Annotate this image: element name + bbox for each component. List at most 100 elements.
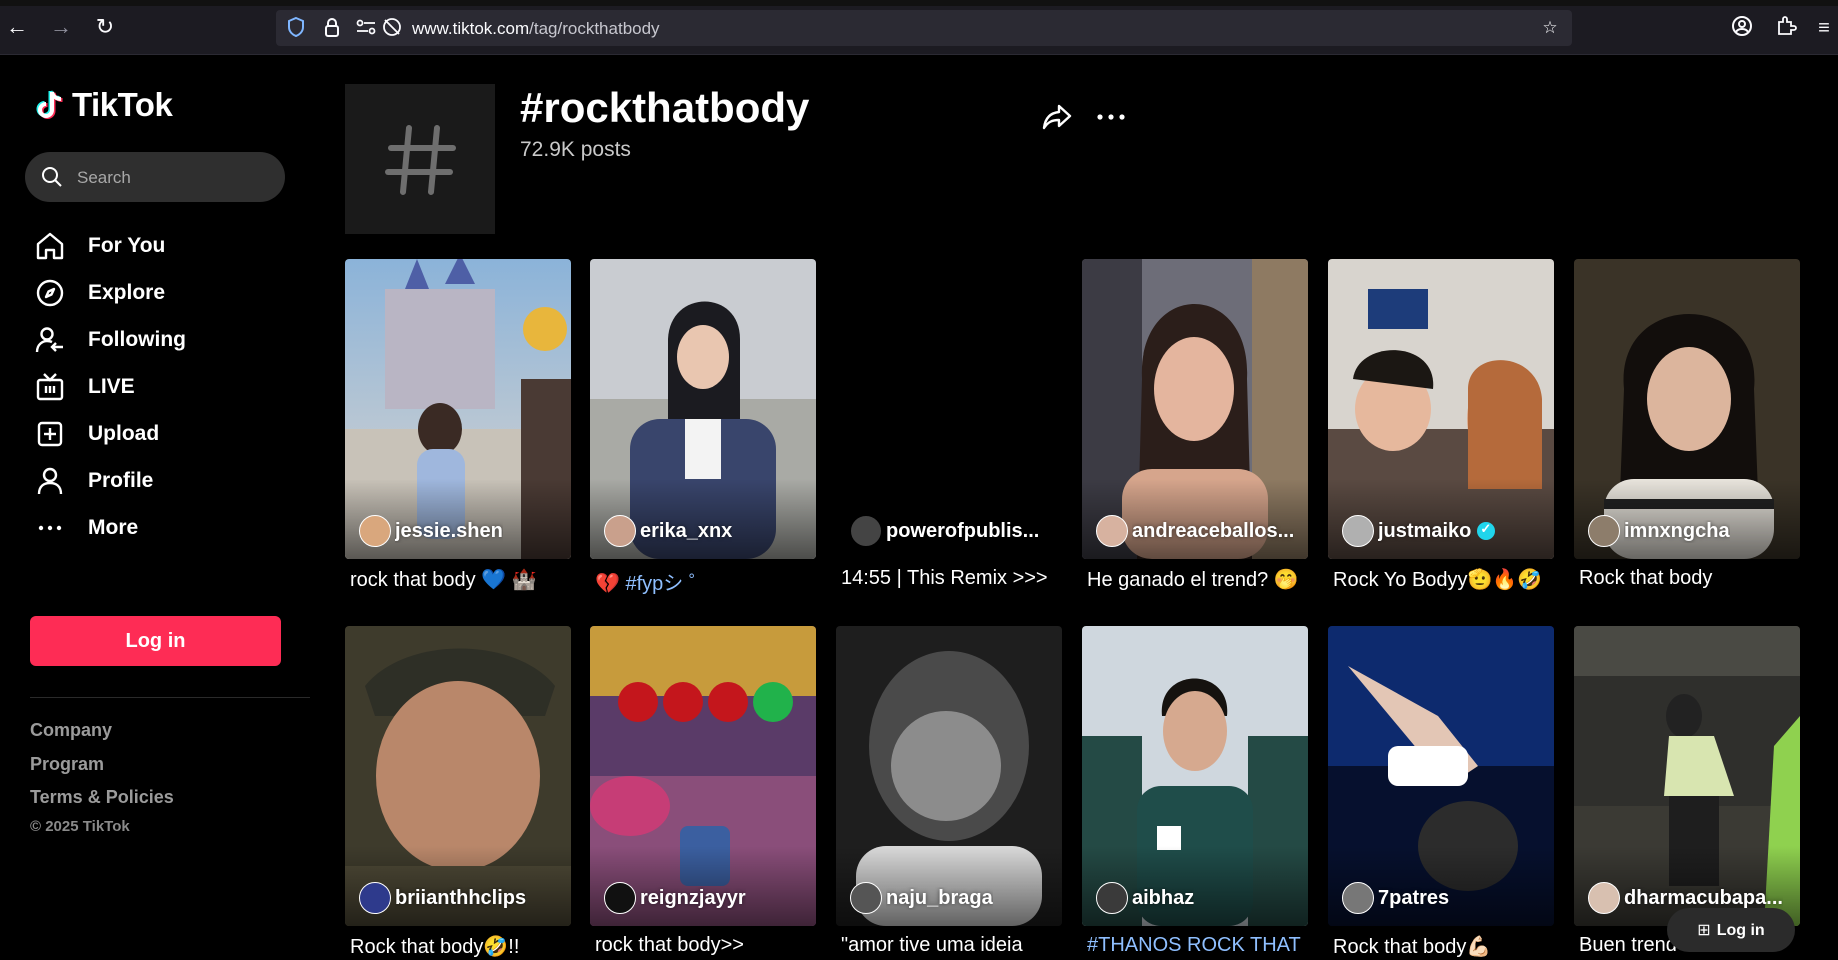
avatar bbox=[1588, 515, 1620, 547]
author-username: powerofpublis... bbox=[886, 519, 1040, 542]
following-icon bbox=[35, 327, 63, 353]
nav-live[interactable]: LIVE bbox=[34, 367, 284, 407]
upload-plus-icon bbox=[37, 421, 63, 447]
nav-explore[interactable]: Explore bbox=[34, 273, 284, 313]
video-author[interactable]: imnxngcha bbox=[1588, 515, 1798, 547]
author-username: justmaiko bbox=[1378, 519, 1472, 542]
more-options-icon[interactable] bbox=[1094, 100, 1128, 134]
footer-link-program[interactable]: Program bbox=[30, 754, 104, 775]
video-caption[interactable]: 14:55 | This Remix >>> bbox=[841, 567, 1061, 590]
address-bar[interactable]: www.tiktok.com/tag/rockthatbody ☆ bbox=[276, 10, 1572, 46]
video-caption[interactable]: Rock that body bbox=[1579, 567, 1799, 590]
search-icon bbox=[42, 167, 62, 187]
nav-for-you[interactable]: For You bbox=[34, 226, 284, 266]
lock-icon[interactable] bbox=[320, 16, 344, 40]
menu-hamburger-icon[interactable]: ≡ bbox=[1810, 14, 1838, 42]
video-caption[interactable]: 💔 #fypシ ゜ bbox=[595, 567, 815, 596]
video-author[interactable]: naju_braga bbox=[850, 882, 1060, 914]
video-author[interactable]: justmaiko bbox=[1342, 515, 1552, 547]
video-thumbnail[interactable] bbox=[1082, 259, 1308, 559]
tiktok-note-icon bbox=[36, 90, 63, 119]
avatar bbox=[1096, 882, 1128, 914]
nav-following[interactable]: Following bbox=[34, 320, 284, 360]
page-title: #rockthatbody bbox=[520, 84, 810, 131]
nav-label: Explore bbox=[88, 281, 166, 304]
avatar bbox=[1096, 515, 1128, 547]
author-username: dharmacubapa... bbox=[1624, 886, 1783, 909]
video-thumbnail[interactable] bbox=[836, 626, 1062, 926]
video-caption[interactable]: Rock Yo Bodyy🫡🔥🤣 bbox=[1333, 567, 1553, 592]
footer-link-company[interactable]: Company bbox=[30, 720, 112, 741]
forward-arrow-icon[interactable]: → bbox=[48, 14, 74, 40]
qr-grid-icon: ⊞ bbox=[1697, 922, 1711, 939]
video-caption[interactable]: He ganado el trend? 🤭 bbox=[1087, 567, 1307, 592]
nav-label: LIVE bbox=[88, 375, 135, 398]
video-thumbnail[interactable] bbox=[590, 626, 816, 926]
tracking-blocked-icon[interactable] bbox=[380, 16, 404, 40]
video-caption[interactable]: #THANOS ROCK THAT bbox=[1087, 934, 1307, 957]
sidebar-divider bbox=[30, 697, 310, 698]
video-caption[interactable]: rock that body>> bbox=[595, 934, 815, 957]
reload-icon[interactable]: ↻ bbox=[92, 14, 118, 40]
avatar bbox=[359, 515, 391, 547]
nav-upload[interactable]: Upload bbox=[34, 414, 284, 454]
nav-label: Profile bbox=[88, 469, 154, 492]
verified-badge-icon bbox=[1477, 521, 1496, 540]
video-thumbnail[interactable] bbox=[1082, 626, 1308, 926]
tab-strip-edge bbox=[0, 0, 1838, 6]
bookmark-star-icon[interactable]: ☆ bbox=[1538, 16, 1562, 40]
video-author[interactable]: 7patres bbox=[1342, 882, 1552, 914]
permissions-icon[interactable] bbox=[354, 16, 378, 40]
avatar bbox=[1588, 882, 1620, 914]
video-author[interactable]: jessie.shen bbox=[359, 515, 569, 547]
floating-login-button[interactable]: ⊞ Log in bbox=[1667, 908, 1795, 952]
video-author[interactable]: briianthhclips bbox=[359, 882, 569, 914]
posts-count: 72.9K posts bbox=[520, 138, 631, 161]
video-thumbnail[interactable] bbox=[590, 259, 816, 559]
url-host: www.tiktok.com bbox=[412, 19, 530, 38]
video-caption[interactable]: rock that body 💙 🏰 bbox=[350, 567, 570, 592]
home-icon bbox=[36, 232, 64, 260]
author-username: reignzjayyr bbox=[640, 886, 746, 909]
nav-more[interactable]: More bbox=[34, 508, 284, 548]
video-caption[interactable]: Rock that body🤣!! bbox=[350, 934, 570, 959]
author-username: briianthhclips bbox=[395, 886, 527, 909]
video-thumbnail[interactable] bbox=[345, 259, 571, 559]
video-author[interactable]: aibhaz bbox=[1096, 882, 1306, 914]
video-author[interactable]: powerofpublis... bbox=[850, 515, 1060, 547]
extensions-icon[interactable] bbox=[1772, 14, 1800, 42]
video-caption[interactable]: Rock that body💪🏻 bbox=[1333, 934, 1553, 959]
search-box[interactable] bbox=[25, 152, 285, 202]
video-thumbnail[interactable] bbox=[1574, 626, 1800, 926]
account-icon[interactable] bbox=[1728, 14, 1756, 42]
avatar bbox=[1342, 515, 1374, 547]
video-author[interactable]: andreaceballos... bbox=[1096, 515, 1306, 547]
url-path: /tag/rockthatbody bbox=[529, 19, 660, 38]
video-thumbnail[interactable] bbox=[1574, 259, 1800, 559]
live-tv-icon bbox=[36, 373, 64, 401]
search-input[interactable] bbox=[75, 164, 269, 192]
copyright: © 2025 TikTok bbox=[30, 818, 130, 835]
video-author[interactable]: reignzjayyr bbox=[604, 882, 814, 914]
hashtag-icon bbox=[385, 125, 456, 195]
nav-label: Upload bbox=[88, 422, 160, 445]
back-arrow-icon[interactable]: ← bbox=[4, 14, 30, 40]
avatar bbox=[1342, 882, 1374, 914]
author-username: jessie.shen bbox=[395, 519, 503, 542]
video-caption[interactable]: "amor tive uma ideia bbox=[841, 934, 1061, 957]
login-button[interactable]: Log in bbox=[30, 616, 281, 666]
video-thumbnail[interactable] bbox=[1328, 259, 1554, 559]
footer-link-terms[interactable]: Terms & Policies bbox=[30, 787, 174, 808]
video-thumbnail[interactable] bbox=[1328, 626, 1554, 926]
video-thumbnail[interactable] bbox=[345, 626, 571, 926]
tiktok-logo[interactable]: TikTok bbox=[34, 86, 173, 124]
nav-label: For You bbox=[88, 234, 166, 257]
floating-login-label: Log in bbox=[1716, 922, 1765, 939]
nav-profile[interactable]: Profile bbox=[34, 461, 284, 501]
video-author[interactable]: erika_xnx bbox=[604, 515, 814, 547]
url-text[interactable]: www.tiktok.com/tag/rockthatbody bbox=[412, 19, 660, 39]
video-thumbnail[interactable] bbox=[836, 259, 1062, 559]
browser-toolbar: ← → ↻ www.tiktok.com/tag/rockthatbody ☆ … bbox=[0, 0, 1838, 55]
share-icon[interactable] bbox=[1040, 100, 1074, 134]
shield-icon[interactable] bbox=[284, 16, 308, 40]
